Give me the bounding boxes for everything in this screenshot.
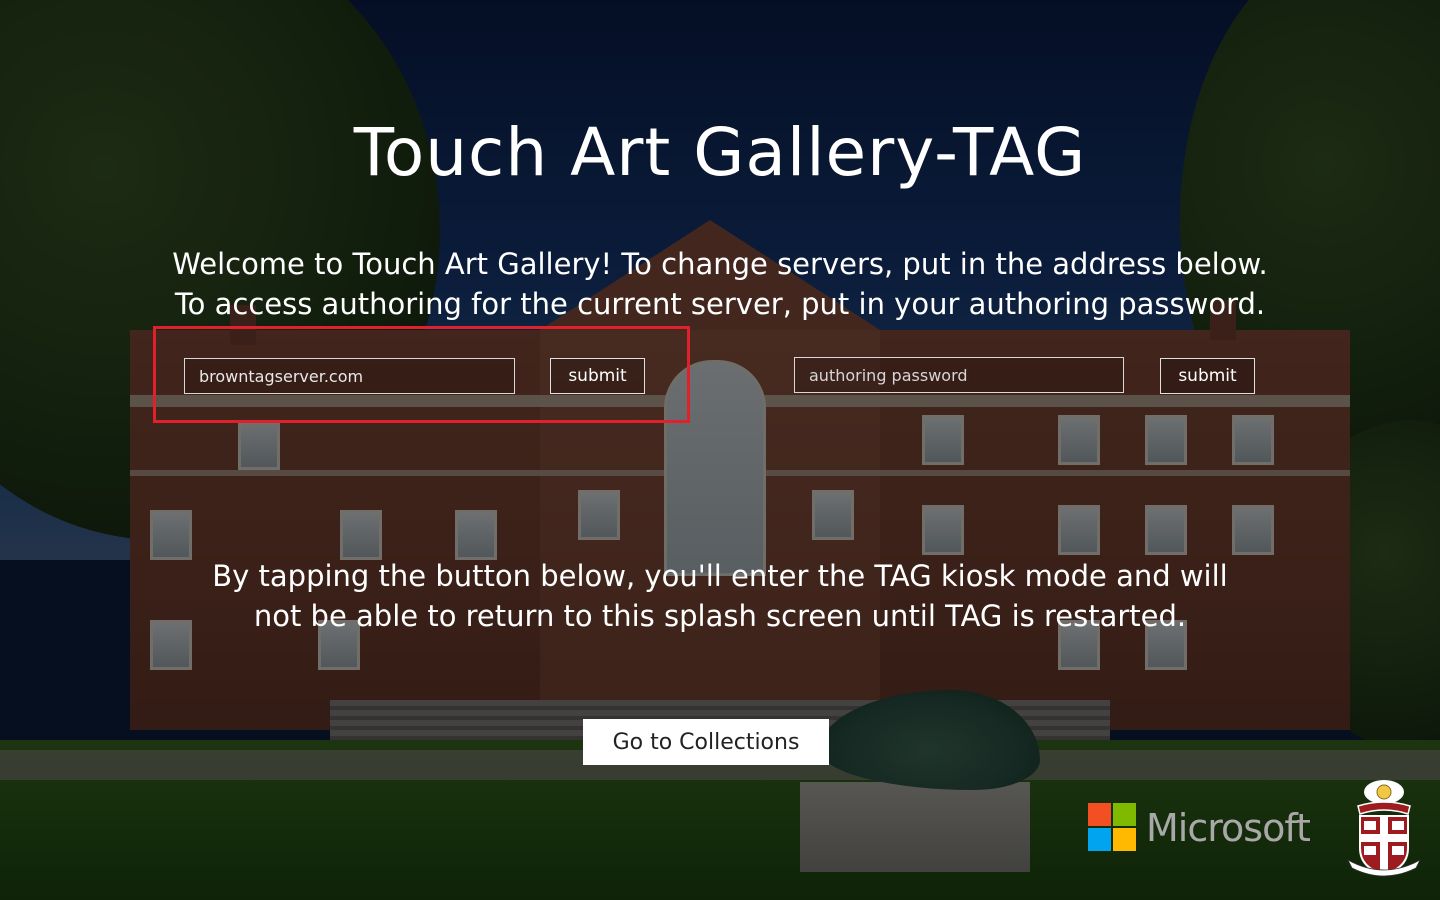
microsoft-logo-square	[1088, 828, 1111, 851]
microsoft-logo-square	[1113, 803, 1136, 826]
microsoft-logo-icon	[1088, 803, 1136, 851]
authoring-submit-button[interactable]: submit	[1160, 358, 1255, 394]
kiosk-line: By tapping the button below, you'll ente…	[212, 559, 1228, 593]
app-title: Touch Art Gallery-TAG	[353, 114, 1087, 191]
microsoft-logo-square	[1088, 803, 1111, 826]
welcome-line: To access authoring for the current serv…	[174, 287, 1266, 321]
go-to-collections-button[interactable]: Go to Collections	[583, 719, 829, 765]
university-seal-icon	[1347, 780, 1421, 877]
splash-screen: Touch Art Gallery-TAG Welcome to Touch A…	[0, 0, 1440, 900]
microsoft-wordmark: Microsoft	[1146, 806, 1311, 850]
welcome-message: Welcome to Touch Art Gallery! To change …	[120, 244, 1320, 324]
authoring-password-input[interactable]	[794, 357, 1124, 393]
kiosk-line: not be able to return to this splash scr…	[253, 599, 1187, 633]
kiosk-notice: By tapping the button below, you'll ente…	[120, 556, 1320, 636]
highlight-box	[153, 326, 690, 423]
welcome-line: Welcome to Touch Art Gallery! To change …	[172, 247, 1268, 281]
microsoft-logo-square	[1113, 828, 1136, 851]
